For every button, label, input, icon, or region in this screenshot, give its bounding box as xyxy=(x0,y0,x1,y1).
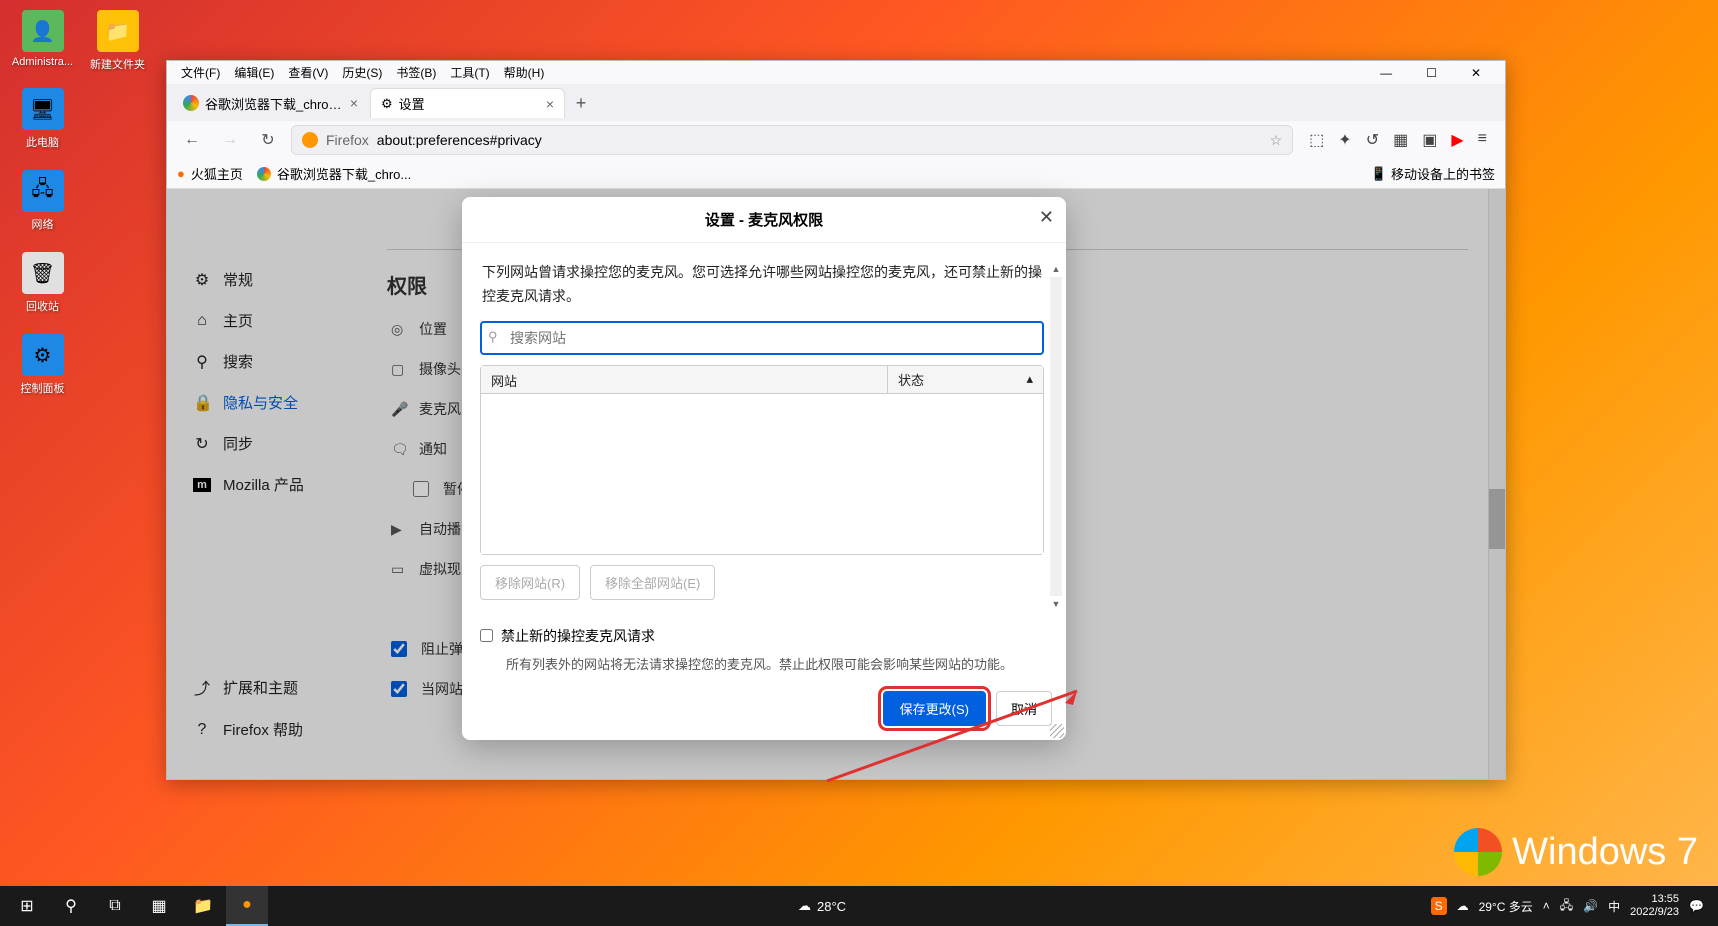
firefox-taskbar-button[interactable]: ● xyxy=(226,886,268,926)
menu-history[interactable]: 历史(S) xyxy=(336,62,388,83)
tray-chevron-icon[interactable]: ˄ xyxy=(1543,899,1550,913)
network-icon[interactable]: 🖧 xyxy=(1560,896,1573,917)
sites-list xyxy=(481,394,1043,554)
desktop-icon-newfolder[interactable]: 📁新建文件夹 xyxy=(85,10,150,72)
block-new-requests-checkbox[interactable] xyxy=(480,629,493,642)
cancel-button[interactable]: 取消 xyxy=(996,691,1052,726)
tab-settings[interactable]: ⚙ 设置 × xyxy=(370,88,565,118)
sogou-ime-icon[interactable]: S xyxy=(1431,897,1447,915)
explorer-button[interactable]: 📁 xyxy=(182,886,224,926)
dialog-description: 下列网站曾请求操控您的麦克风。您可选择允许哪些网站操控您的麦克风，还可禁止新的操… xyxy=(482,261,1044,309)
column-site[interactable]: 网站 xyxy=(481,366,888,393)
search-icon: ⚲ xyxy=(488,329,498,345)
dialog-title: 设置 - 麦克风权限 xyxy=(705,209,823,230)
window-minimize-icon[interactable]: ― xyxy=(1372,64,1400,82)
menu-view[interactable]: 查看(V) xyxy=(282,62,334,83)
menu-help[interactable]: 帮助(H) xyxy=(498,62,551,83)
sites-table: 网站 状态▴ xyxy=(480,365,1044,555)
desktop-icon-thispc[interactable]: 🖥此电脑 xyxy=(10,88,75,150)
notification-icon[interactable]: 💬 xyxy=(1689,899,1704,913)
hamburger-icon[interactable]: ≡ xyxy=(1478,130,1487,150)
url-identity: Firefox xyxy=(326,132,369,148)
resize-grip-icon[interactable] xyxy=(1050,724,1064,738)
block-new-requests-label: 禁止新的操控麦克风请求 xyxy=(501,626,655,646)
mobile-bookmarks[interactable]: 📱移动设备上的书签 xyxy=(1371,164,1495,183)
taskview-button[interactable]: ⧉ xyxy=(94,886,136,926)
forward-button[interactable]: → xyxy=(215,125,245,155)
window-close-icon[interactable]: ✕ xyxy=(1463,64,1489,82)
library-icon[interactable]: ⬚ xyxy=(1309,130,1324,150)
windows7-watermark: Windows 7 xyxy=(1454,828,1698,876)
menu-edit[interactable]: 编辑(E) xyxy=(228,62,280,83)
scroll-up-icon[interactable]: ▲ xyxy=(1050,261,1062,277)
bookmarks-bar: ●火狐主页 谷歌浏览器下载_chro... 📱移动设备上的书签 xyxy=(167,159,1505,189)
remove-all-sites-button[interactable]: 移除全部网站(E) xyxy=(590,565,715,600)
gear-icon: ⚙ xyxy=(381,96,393,112)
dialog-scrollbar[interactable]: ▲ ▼ xyxy=(1050,261,1062,612)
reload-button[interactable]: ↻ xyxy=(253,125,283,155)
menu-bookmarks[interactable]: 书签(B) xyxy=(390,62,442,83)
cloud-icon: ☁ xyxy=(798,898,811,914)
cloud-icon: ☁ xyxy=(1457,899,1469,913)
back-button[interactable]: ← xyxy=(177,125,207,155)
close-icon[interactable]: × xyxy=(546,96,554,112)
taskbar: ⊞ ⚲ ⧉ ▦ 📁 ● ☁ 28°C S ☁ 29°C 多云 ˄ 🖧 🔊 中 1… xyxy=(0,886,1718,926)
save-icon[interactable]: ▣ xyxy=(1422,130,1437,150)
search-button[interactable]: ⚲ xyxy=(50,886,92,926)
save-changes-button[interactable]: 保存更改(S) xyxy=(883,691,986,726)
tab-chrome-download[interactable]: 谷歌浏览器下载_chrome浏览器 × xyxy=(173,88,368,118)
volume-icon[interactable]: 🔊 xyxy=(1583,899,1598,913)
start-button[interactable]: ⊞ xyxy=(6,886,48,926)
desktop-icon-recycle[interactable]: 🗑回收站 xyxy=(10,252,75,314)
sort-icon: ▴ xyxy=(1026,371,1033,387)
firefox-icon xyxy=(302,132,318,148)
tabbar: 谷歌浏览器下载_chrome浏览器 × ⚙ 设置 × + xyxy=(167,85,1505,121)
desktop-icon-admin[interactable]: 👤Administra... xyxy=(10,10,75,68)
close-icon[interactable]: × xyxy=(350,95,358,111)
close-icon[interactable]: ✕ xyxy=(1039,207,1054,228)
search-sites-input[interactable] xyxy=(480,321,1044,355)
url-bar[interactable]: Firefox about:preferences#privacy ☆ xyxy=(291,125,1293,155)
navbar: ← → ↻ Firefox about:preferences#privacy … xyxy=(167,121,1505,159)
sync-icon[interactable]: ↺ xyxy=(1366,130,1379,150)
ime-indicator[interactable]: 中 xyxy=(1608,898,1620,915)
taskbar-clock[interactable]: 13:55 2022/9/23 xyxy=(1630,893,1679,919)
bookmark-firefox-home[interactable]: ●火狐主页 xyxy=(177,164,243,183)
microphone-permissions-dialog: 设置 - 麦克风权限 ✕ 下列网站曾请求操控您的麦克风。您可选择允许哪些网站操控… xyxy=(462,197,1066,740)
firefox-window: 文件(F) 编辑(E) 查看(V) 历史(S) 书签(B) 工具(T) 帮助(H… xyxy=(166,60,1506,780)
window-maximize-icon[interactable]: ☐ xyxy=(1418,64,1445,82)
apps-button[interactable]: ▦ xyxy=(138,886,180,926)
taskbar-weather[interactable]: ☁ 28°C xyxy=(788,898,856,914)
windows-logo-icon xyxy=(1454,828,1502,876)
desktop-icon-control[interactable]: ⚙控制面板 xyxy=(10,334,75,396)
new-tab-button[interactable]: + xyxy=(567,89,595,117)
url-text: about:preferences#privacy xyxy=(377,132,542,148)
chrome-icon xyxy=(183,95,199,111)
menu-tools[interactable]: 工具(T) xyxy=(444,62,495,83)
remove-site-button[interactable]: 移除网站(R) xyxy=(480,565,580,600)
apps-icon[interactable]: ▦ xyxy=(1393,130,1408,150)
youtube-icon[interactable]: ▶ xyxy=(1451,130,1463,150)
scroll-down-icon[interactable]: ▼ xyxy=(1050,596,1062,612)
desktop-icon-network[interactable]: 🖧网络 xyxy=(10,170,75,232)
menubar: 文件(F) 编辑(E) 查看(V) 历史(S) 书签(B) 工具(T) 帮助(H… xyxy=(167,61,1505,85)
bookmark-star-icon[interactable]: ☆ xyxy=(1270,132,1283,149)
menu-file[interactable]: 文件(F) xyxy=(175,62,226,83)
block-hint: 所有列表外的网站将无法请求操控您的麦克风。禁止此权限可能会影响某些网站的功能。 xyxy=(462,652,1066,683)
bookmark-chrome-dl[interactable]: 谷歌浏览器下载_chro... xyxy=(257,164,411,183)
extension-icon[interactable]: ✦ xyxy=(1338,130,1351,150)
column-status[interactable]: 状态▴ xyxy=(888,366,1043,393)
